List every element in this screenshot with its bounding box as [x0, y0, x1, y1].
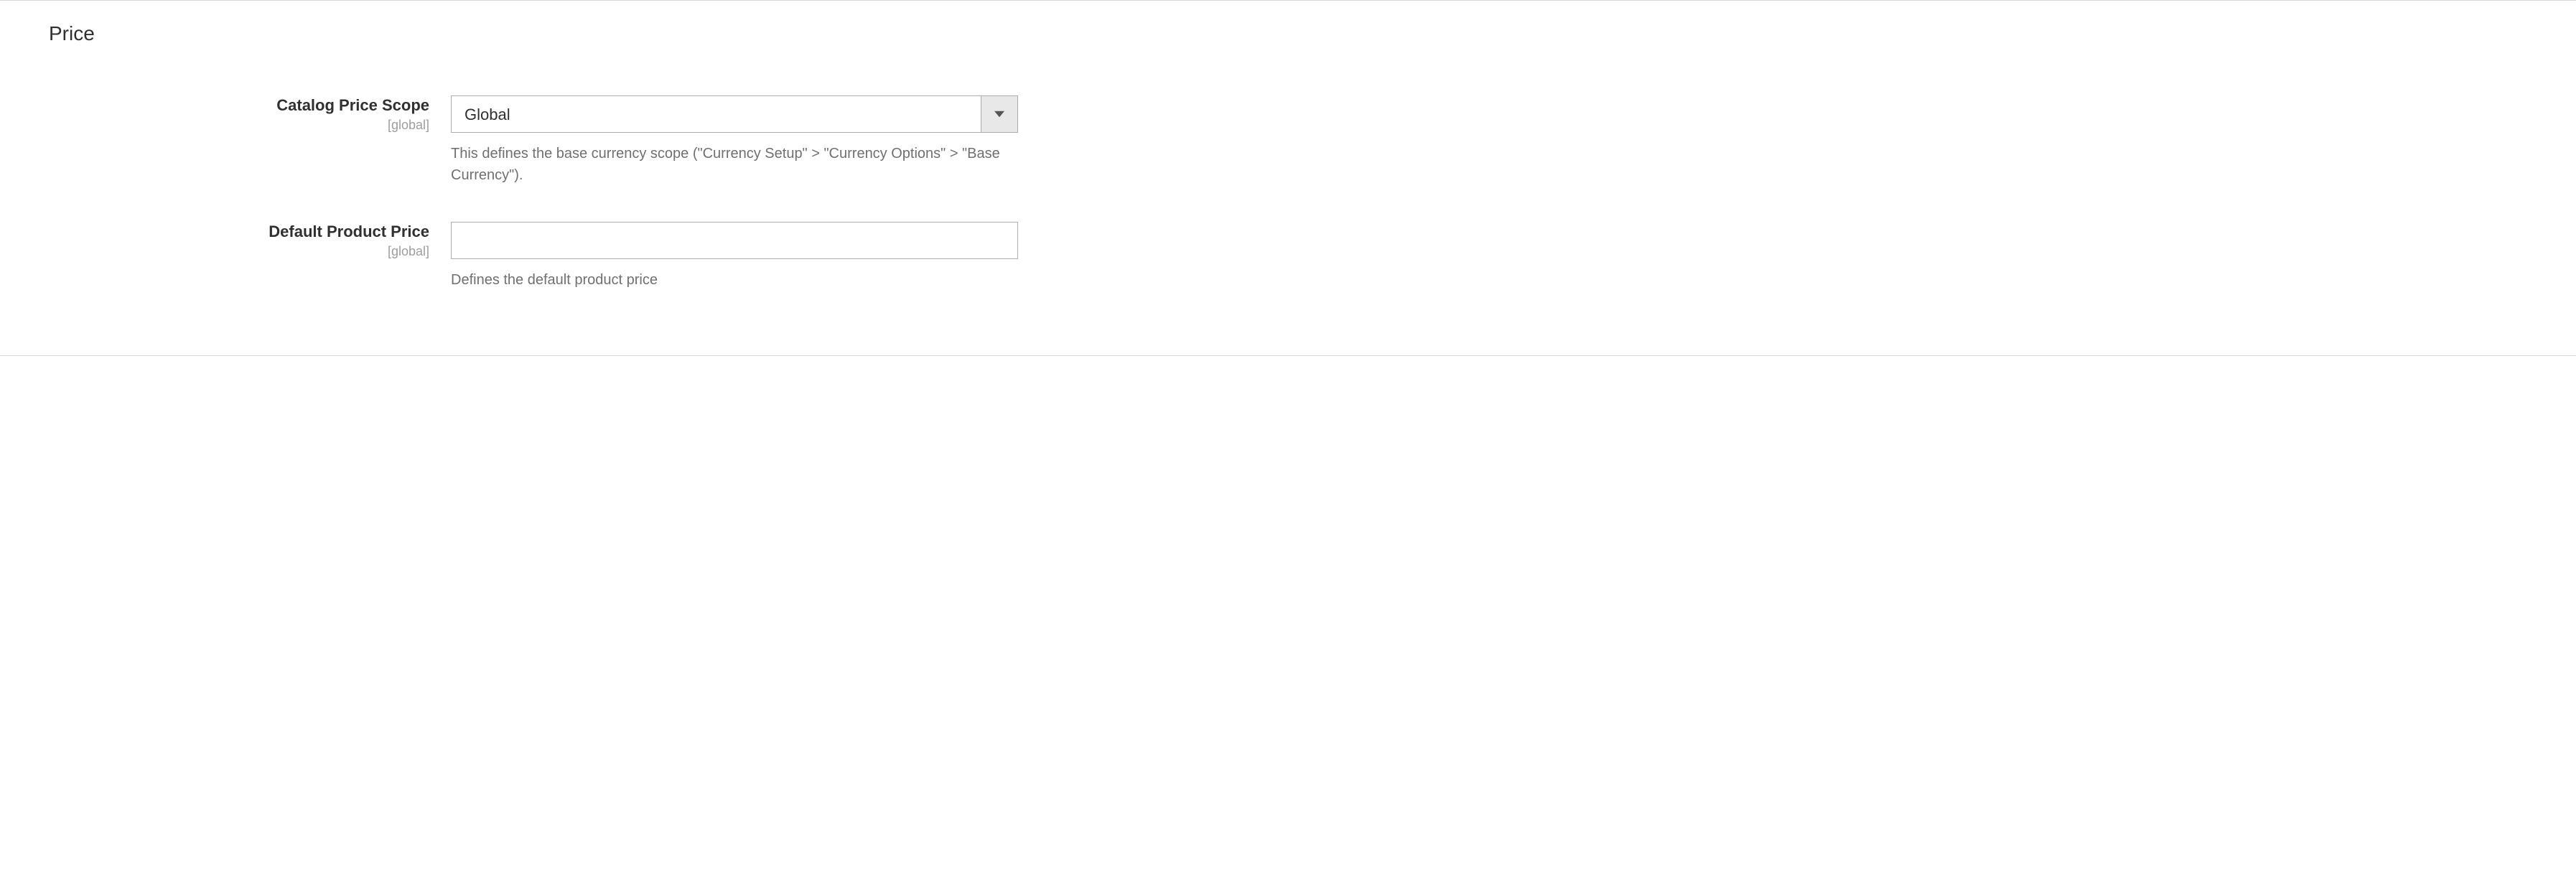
- catalog-price-scope-scope: [global]: [49, 118, 429, 133]
- select-wrapper: Global: [451, 95, 1018, 133]
- default-product-price-label: Default Product Price: [49, 222, 429, 243]
- default-product-price-input[interactable]: [451, 222, 1018, 259]
- catalog-price-scope-row: Catalog Price Scope [global] Global This…: [0, 95, 2576, 186]
- default-product-price-scope: [global]: [49, 244, 429, 259]
- catalog-price-scope-comment: This defines the base currency scope ("C…: [451, 143, 1018, 186]
- label-column: Default Product Price [global]: [49, 222, 451, 259]
- default-product-price-comment: Defines the default product price: [451, 269, 1018, 291]
- input-column: Global This defines the base currency sc…: [451, 95, 1018, 186]
- section-title: Price: [0, 22, 2576, 45]
- catalog-price-scope-select[interactable]: Global: [451, 95, 1018, 133]
- default-product-price-row: Default Product Price [global] Defines t…: [0, 222, 2576, 291]
- catalog-price-scope-label: Catalog Price Scope: [49, 95, 429, 116]
- input-column: Defines the default product price: [451, 222, 1018, 291]
- label-column: Catalog Price Scope [global]: [49, 95, 451, 133]
- price-section: Price Catalog Price Scope [global] Globa…: [0, 0, 2576, 356]
